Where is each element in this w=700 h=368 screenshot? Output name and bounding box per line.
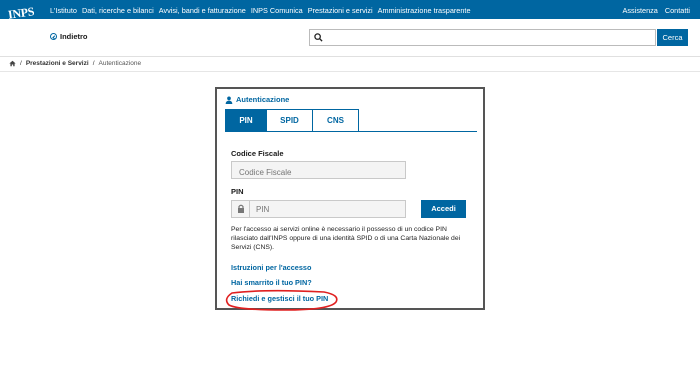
auth-tabs: PIN SPID CNS [225,109,359,132]
assistenza-link[interactable]: Assistenza [623,6,658,15]
info-text: Per l'accesso ai servizi online è necess… [231,226,461,252]
header-bar: Indietro Cerca [0,19,700,57]
search-button[interactable]: Cerca [657,29,688,46]
breadcrumb-separator: / [20,60,22,67]
search-input[interactable] [326,31,651,44]
top-right-links: Assistenza Contatti [623,6,690,15]
back-label: Indietro [60,32,88,41]
tab-underline [225,131,477,132]
richiedi-pin-link[interactable]: Richiedi e gestisci il tuo PIN [231,294,328,303]
codice-fiscale-label: Codice Fiscale [231,149,284,158]
topnav-item-comunica[interactable]: INPS Comunica [251,6,303,15]
contatti-link[interactable]: Contatti [665,6,690,15]
topnav-item-prestazioni[interactable]: Prestazioni e servizi [308,6,373,15]
back-button[interactable]: Indietro [50,32,88,41]
top-nav-bar: L'Istituto Dati, ricerche e bilanci Avvi… [0,0,700,19]
search-icon [314,33,323,42]
pin-field[interactable] [231,200,406,218]
panel-title-text: Autenticazione [236,95,290,104]
lock-icon [238,204,244,213]
breadcrumb: / Prestazioni e Servizi / Autenticazione [9,60,141,67]
topnav-item-avvisi[interactable]: Avvisi, bandi e fatturazione [159,6,246,15]
tab-spid[interactable]: SPID [267,109,313,132]
back-circle-icon [50,33,57,40]
istruzioni-link[interactable]: Istruzioni per l'accesso [231,263,311,272]
pin-input[interactable] [252,201,402,217]
breadcrumb-current: Autenticazione [98,60,142,67]
panel-title: Autenticazione [225,95,289,104]
smarrito-pin-link[interactable]: Hai smarrito il tuo PIN? [231,278,312,287]
user-icon [225,96,233,104]
lock-cell [232,201,250,217]
search-field[interactable] [309,29,656,46]
tab-pin[interactable]: PIN [225,109,267,132]
topnav-item-trasparente[interactable]: Amministrazione trasparente [378,6,471,15]
accedi-button[interactable]: Accedi [421,200,466,218]
login-panel: Autenticazione PIN SPID CNS Codice Fisca… [215,87,485,311]
home-icon[interactable] [9,60,16,67]
top-nav: L'Istituto Dati, ricerche e bilanci Avvi… [50,6,471,15]
breadcrumb-divider [0,71,700,72]
breadcrumb-prestazioni[interactable]: Prestazioni e Servizi [26,60,89,67]
topnav-item-dati[interactable]: Dati, ricerche e bilanci [82,6,154,15]
pin-label: PIN [231,187,244,196]
codice-fiscale-input[interactable] [232,164,405,181]
topnav-item-istituto[interactable]: L'Istituto [50,6,77,15]
codice-fiscale-field[interactable] [231,161,406,181]
tab-cns[interactable]: CNS [313,109,359,132]
breadcrumb-separator: / [92,60,95,67]
